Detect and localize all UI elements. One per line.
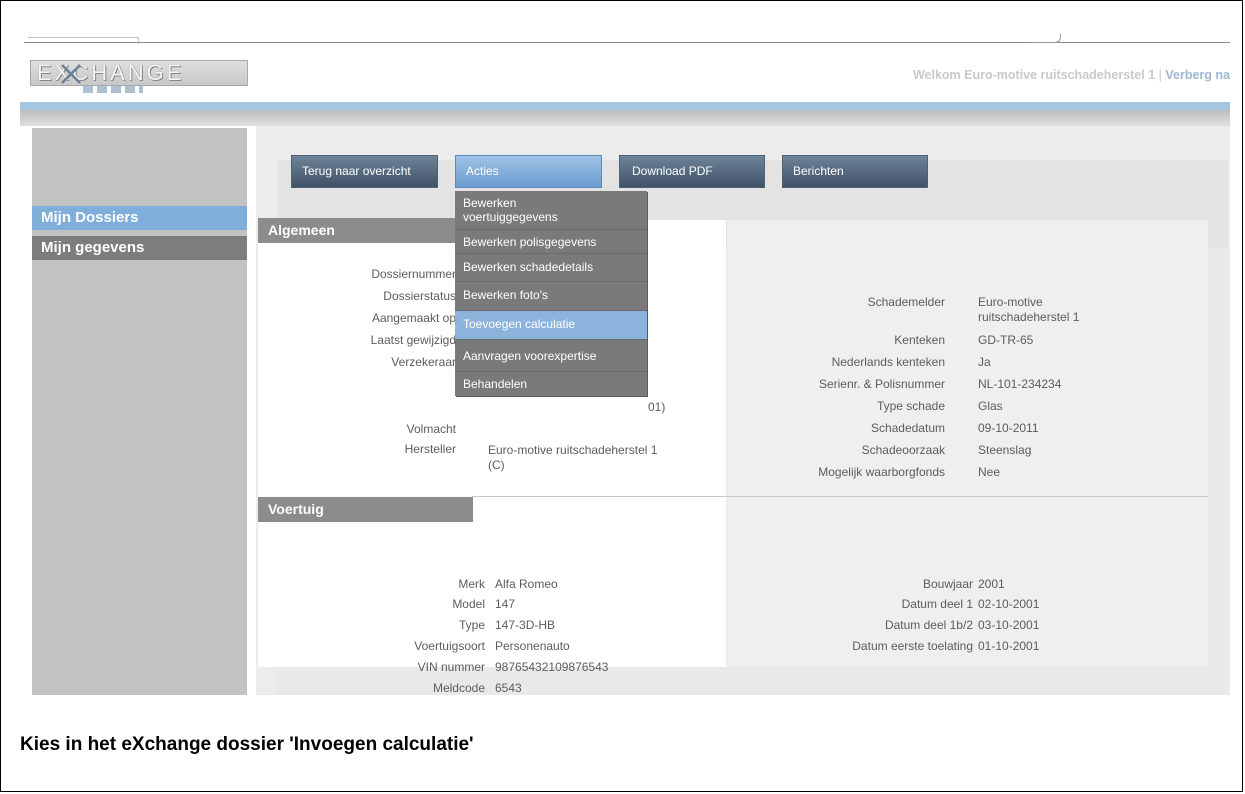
label-verzekeraar: Verzekeraar <box>391 355 456 369</box>
label-dossierstatus: Dossierstatus <box>383 289 456 303</box>
value-waarborgfonds: Nee <box>978 465 1001 479</box>
label-waarborgfonds: Mogelijk waarborgfonds <box>818 465 945 479</box>
value-nl-kenteken: Ja <box>978 355 991 369</box>
value-bouwjaar: 2001 <box>978 577 1005 591</box>
label-nl-kenteken: Nederlands kenteken <box>831 355 945 369</box>
label-volmacht: Volmacht <box>406 422 456 436</box>
menu-item-behandelen[interactable]: Behandelen <box>455 372 647 396</box>
section-title-voertuig: Voertuig <box>258 497 473 522</box>
actions-dropdown-menu: Bewerken voertuiggegevens Bewerken polis… <box>455 191 647 396</box>
label-meldcode: Meldcode <box>432 681 485 695</box>
content-layer: Terug naar overzicht Acties Download PDF… <box>20 28 1230 695</box>
label-type-schade: Type schade <box>876 399 945 413</box>
label-schadedatum: Schadedatum <box>870 421 945 435</box>
download-pdf-button[interactable]: Download PDF <box>619 155 765 188</box>
value-datum-deel1: 02-10-2001 <box>978 597 1040 611</box>
menu-item-aanvragen-voorexpertise[interactable]: Aanvragen voorexpertise <box>455 340 647 372</box>
value-hersteller: Euro-motive ruitschadeherstel 1 <box>488 443 658 457</box>
value-schadedatum: 09-10-2011 <box>978 421 1039 435</box>
value-schademelder: Euro-motive <box>978 295 1043 309</box>
label-schadeoorzaak: Schadeoorzaak <box>861 443 945 457</box>
label-bouwjaar: Bouwjaar <box>922 577 973 591</box>
label-type: Type <box>458 618 485 632</box>
label-model: Model <box>452 597 485 611</box>
actions-button[interactable]: Acties <box>455 155 602 188</box>
label-dossiernummer: Dossiernummer <box>371 267 456 281</box>
label-eerste-toelating: Datum eerste toelating <box>852 639 973 653</box>
label-kenteken: Kenteken <box>894 333 945 347</box>
menu-item-bewerken-voertuiggegevens[interactable]: Bewerken voertuiggegevens <box>455 191 647 230</box>
value-meldcode: 6543 <box>495 681 522 695</box>
value-type-schade: Glas <box>978 399 1003 413</box>
value-model: 147 <box>495 597 516 611</box>
instruction-caption: Kies in het eXchange dossier 'Invoegen c… <box>20 734 474 755</box>
value-hersteller-code: (C) <box>488 458 505 472</box>
value-eerste-toelating: 01-10-2001 <box>978 639 1040 653</box>
label-gewijzigd: Laatst gewijzigd <box>370 333 456 347</box>
label-datum-deel1: Datum deel 1 <box>901 597 973 611</box>
value-schadeoorzaak: Steenslag <box>978 443 1032 457</box>
label-aangemaakt: Aangemaakt op <box>371 311 456 325</box>
menu-item-bewerken-fotos[interactable]: Bewerken foto's <box>455 282 647 311</box>
label-voertuigsoort: Voertuigsoort <box>414 639 485 653</box>
back-to-overview-button[interactable]: Terug naar overzicht <box>291 155 438 188</box>
menu-item-bewerken-schadedetails[interactable]: Bewerken schadedetails <box>455 254 647 282</box>
value-datum-deel1b: 03-10-2001 <box>978 618 1040 632</box>
value-voertuigsoort: Personenauto <box>495 639 570 653</box>
value-merk: Alfa Romeo <box>495 577 558 591</box>
label-hersteller: Hersteller <box>404 442 456 456</box>
label-merk: Merk <box>458 577 485 591</box>
value-schademelder-2: ruitschadeherstel 1 <box>978 310 1080 324</box>
menu-item-bewerken-polisgegevens[interactable]: Bewerken polisgegevens <box>455 230 647 254</box>
menu-item-label: Bewerken voertuiggegevens <box>463 196 558 224</box>
menu-item-toevoegen-calculatie[interactable]: Toevoegen calculatie <box>455 311 647 340</box>
section-divider <box>472 496 1208 497</box>
label-schademelder: Schademelder <box>867 295 945 309</box>
messages-button[interactable]: Berichten <box>782 155 928 188</box>
label-serienr: Serienr. & Polisnummer <box>818 377 945 391</box>
value-vin: 98765432109876543 <box>495 660 609 674</box>
label-vin: VIN nummer <box>417 660 485 674</box>
section-title-algemeen: Algemeen <box>258 218 473 243</box>
value-serienr: NL-101-234234 <box>978 377 1062 391</box>
value-verzekeraar: 01) <box>648 400 666 414</box>
value-type: 147-3D-HB <box>495 618 556 632</box>
value-kenteken: GD-TR-65 <box>978 333 1034 347</box>
label-datum-deel1b: Datum deel 1b/2 <box>884 618 973 632</box>
